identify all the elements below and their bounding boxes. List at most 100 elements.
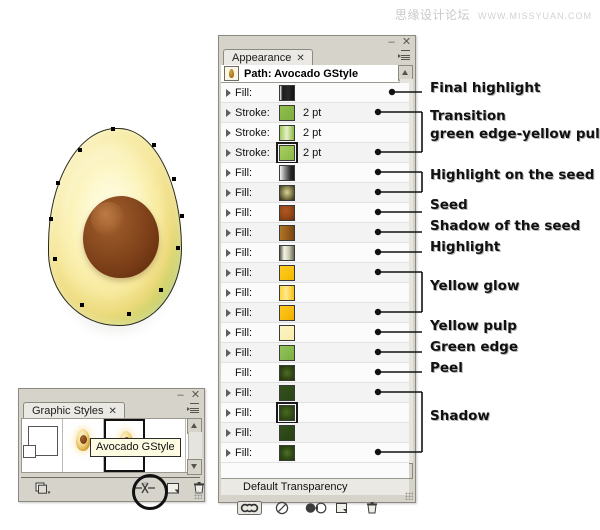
appearance-row-swatch[interactable] xyxy=(279,224,295,241)
appearance-row-swatch[interactable] xyxy=(276,401,298,424)
appearance-row[interactable]: Fill: xyxy=(221,263,409,283)
appearance-row-swatch[interactable] xyxy=(279,304,295,321)
graphic-styles-titlebar[interactable]: – ✕ xyxy=(19,389,204,402)
appearance-row-swatch[interactable] xyxy=(279,444,295,461)
appearance-item-list[interactable]: Fill: Stroke: 2 pt Stroke: 2 pt Stroke: 2 pt Fi… xyxy=(221,83,409,478)
style-cell-none[interactable] xyxy=(22,419,63,472)
panel-menu-icon[interactable] xyxy=(398,50,412,63)
path-anchor-point[interactable] xyxy=(159,288,163,292)
avocado-artwork[interactable] xyxy=(28,118,208,346)
path-anchor-point[interactable] xyxy=(172,177,176,181)
duplicate-item-button[interactable] xyxy=(335,501,352,515)
appearance-row-swatch[interactable] xyxy=(279,84,295,101)
appearance-row[interactable]: Fill: xyxy=(221,283,409,303)
appearance-row-swatch[interactable] xyxy=(279,424,295,441)
annotation-label: Seed xyxy=(430,197,468,213)
tab-close-icon[interactable]: ✕ xyxy=(296,51,304,66)
appearance-row[interactable]: Fill: xyxy=(221,401,409,424)
appearance-row[interactable]: Fill: xyxy=(221,443,409,463)
path-anchor-point[interactable] xyxy=(180,214,184,218)
disclosure-triangle-icon[interactable] xyxy=(221,348,235,357)
reduce-to-basic-appearance-button[interactable] xyxy=(305,501,327,515)
appearance-row-swatch[interactable] xyxy=(279,384,295,401)
path-anchor-point[interactable] xyxy=(152,143,156,147)
appearance-row-swatch[interactable] xyxy=(279,164,295,181)
appearance-titlebar[interactable]: – ✕ xyxy=(219,36,415,49)
appearance-row[interactable]: Fill: xyxy=(221,203,409,223)
disclosure-triangle-icon[interactable] xyxy=(221,328,235,337)
disclosure-triangle-icon[interactable] xyxy=(221,208,235,217)
path-anchor-point[interactable] xyxy=(78,148,82,152)
path-anchor-point[interactable] xyxy=(53,257,57,261)
appearance-row[interactable]: Fill: xyxy=(221,383,409,403)
appearance-row-swatch[interactable] xyxy=(276,141,298,164)
path-anchor-point[interactable] xyxy=(56,181,60,185)
disclosure-triangle-icon[interactable] xyxy=(221,288,235,297)
appearance-row[interactable]: Fill: xyxy=(221,223,409,243)
new-graphic-style-button[interactable] xyxy=(166,481,183,495)
appearance-row-value: 2 pt xyxy=(303,126,322,139)
minimize-button[interactable]: – xyxy=(175,390,186,401)
appearance-row[interactable]: Fill: xyxy=(221,303,409,323)
close-icon[interactable]: ✕ xyxy=(401,37,412,48)
appearance-row[interactable]: Fill: xyxy=(221,163,409,183)
disclosure-triangle-icon[interactable] xyxy=(221,148,235,157)
appearance-row-swatch[interactable] xyxy=(279,364,295,381)
appearance-panel[interactable]: – ✕ Appearance ✕ Path: Avocado GStyle Fi… xyxy=(218,35,416,515)
appearance-row-swatch[interactable] xyxy=(279,204,295,221)
disclosure-triangle-icon[interactable] xyxy=(221,188,235,197)
appearance-row-swatch[interactable] xyxy=(279,344,295,361)
resize-grip[interactable] xyxy=(194,491,202,499)
resize-grip[interactable] xyxy=(405,492,413,500)
appearance-row[interactable]: Fill: xyxy=(221,83,409,103)
panel-menu-icon[interactable] xyxy=(187,403,201,416)
disclosure-triangle-icon[interactable] xyxy=(221,268,235,277)
appearance-row-swatch[interactable] xyxy=(279,264,295,281)
disclosure-triangle-icon[interactable] xyxy=(221,228,235,237)
delete-item-button[interactable] xyxy=(365,501,382,515)
appearance-row-swatch[interactable] xyxy=(279,324,295,341)
appearance-row-swatch[interactable] xyxy=(279,184,295,201)
appearance-row[interactable]: Fill: xyxy=(221,363,409,383)
tab-graphic-styles[interactable]: Graphic Styles ✕ xyxy=(23,402,125,419)
disclosure-triangle-icon[interactable] xyxy=(221,88,235,97)
appearance-row-swatch[interactable] xyxy=(279,284,295,301)
path-anchor-point[interactable] xyxy=(49,217,53,221)
path-anchor-point[interactable] xyxy=(111,127,115,131)
appearance-row[interactable]: Stroke: 2 pt xyxy=(221,123,409,143)
disclosure-triangle-icon[interactable] xyxy=(221,308,235,317)
appearance-row[interactable]: Fill: xyxy=(221,323,409,343)
default-transparency-row[interactable]: Default Transparency xyxy=(221,478,409,495)
disclosure-triangle-icon[interactable] xyxy=(221,248,235,257)
disclosure-triangle-icon[interactable] xyxy=(221,168,235,177)
scroll-down-button[interactable] xyxy=(187,459,202,475)
appearance-row[interactable]: Fill: xyxy=(221,243,409,263)
disclosure-triangle-icon[interactable] xyxy=(221,428,235,437)
disclosure-triangle-icon[interactable] xyxy=(221,448,235,457)
clear-appearance-button[interactable] xyxy=(275,501,292,515)
appearance-row[interactable]: Fill: xyxy=(221,423,409,443)
styles-libraries-menu-button[interactable] xyxy=(35,481,52,495)
path-anchor-point[interactable] xyxy=(127,312,131,316)
appearance-row[interactable]: Stroke: 2 pt xyxy=(221,141,409,164)
disclosure-triangle-icon[interactable] xyxy=(221,108,235,117)
disclosure-triangle-icon[interactable] xyxy=(221,408,235,417)
tab-close-icon[interactable]: ✕ xyxy=(109,404,117,419)
close-icon[interactable]: ✕ xyxy=(190,390,201,401)
path-anchor-point[interactable] xyxy=(80,303,84,307)
annotation-label: Yellow glow xyxy=(430,278,520,294)
appearance-row[interactable]: Fill: xyxy=(221,343,409,363)
disclosure-triangle-icon[interactable] xyxy=(221,128,235,137)
appearance-row[interactable]: Stroke: 2 pt xyxy=(221,103,409,123)
path-anchor-point[interactable] xyxy=(176,246,180,250)
appearance-row-swatch[interactable] xyxy=(279,124,295,141)
transparency-button[interactable] xyxy=(237,501,262,515)
appearance-row[interactable]: Fill: xyxy=(221,183,409,203)
tab-appearance[interactable]: Appearance ✕ xyxy=(223,49,313,66)
appearance-row-label: Fill: xyxy=(235,166,253,179)
disclosure-triangle-icon[interactable] xyxy=(221,388,235,397)
appearance-row-swatch[interactable] xyxy=(279,244,295,261)
appearance-row-swatch[interactable] xyxy=(279,104,295,121)
graphic-styles-scrollbar[interactable] xyxy=(188,432,202,459)
minimize-button[interactable]: – xyxy=(386,37,397,48)
